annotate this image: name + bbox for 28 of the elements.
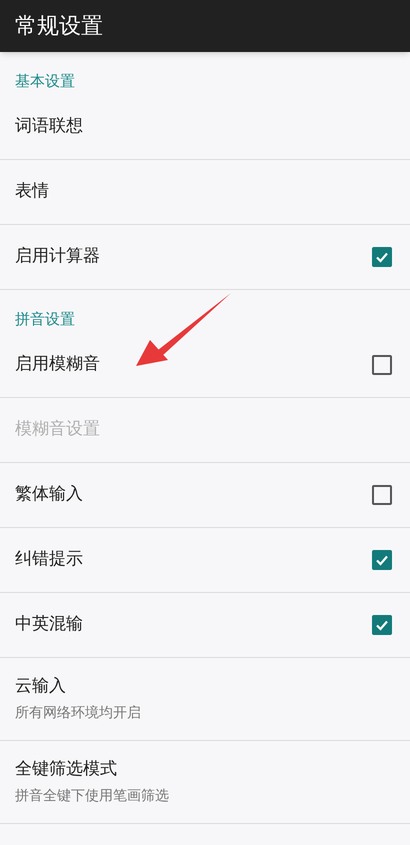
setting-label: 启用计算器	[15, 245, 100, 268]
settings-row[interactable]: 繁体输入	[0, 463, 410, 528]
setting-label: 纠错提示	[15, 548, 83, 572]
settings-row[interactable]: 纠错提示	[0, 528, 410, 593]
screen-title: 常规设置	[15, 12, 103, 40]
setting-summary: 拼音全键下使用笔画筛选	[15, 787, 169, 806]
checkbox[interactable]	[372, 247, 392, 267]
section-header: 基本设置	[15, 70, 75, 92]
checkbox[interactable]	[372, 615, 392, 635]
setting-label: 模糊音设置	[15, 418, 100, 442]
setting-label: 云输入	[15, 674, 67, 698]
settings-row[interactable]: 中英混输	[0, 593, 410, 658]
section-header: 拼音设置	[15, 308, 75, 330]
settings-row[interactable]: 启用计算器	[0, 225, 410, 290]
settings-row[interactable]: 全键筛选模式 拼音全键下使用笔画筛选	[0, 741, 410, 824]
checkbox[interactable]	[372, 485, 392, 505]
setting-label: 表情	[15, 180, 49, 204]
setting-label: 启用模糊音	[15, 353, 100, 376]
setting-summary: 所有网络环境均开启	[15, 704, 141, 724]
checkbox[interactable]	[372, 550, 392, 570]
setting-label: 中英混输	[15, 613, 83, 636]
settings-row[interactable]: 表情	[0, 160, 410, 225]
settings-row[interactable]: 词语联想	[0, 95, 410, 160]
setting-label: 全键筛选模式	[15, 758, 118, 781]
setting-label: 繁体输入	[15, 483, 83, 506]
settings-row[interactable]: 云输入 所有网络环境均开启	[0, 658, 410, 741]
checkbox[interactable]	[372, 355, 392, 375]
setting-label: 词语联想	[15, 115, 83, 138]
